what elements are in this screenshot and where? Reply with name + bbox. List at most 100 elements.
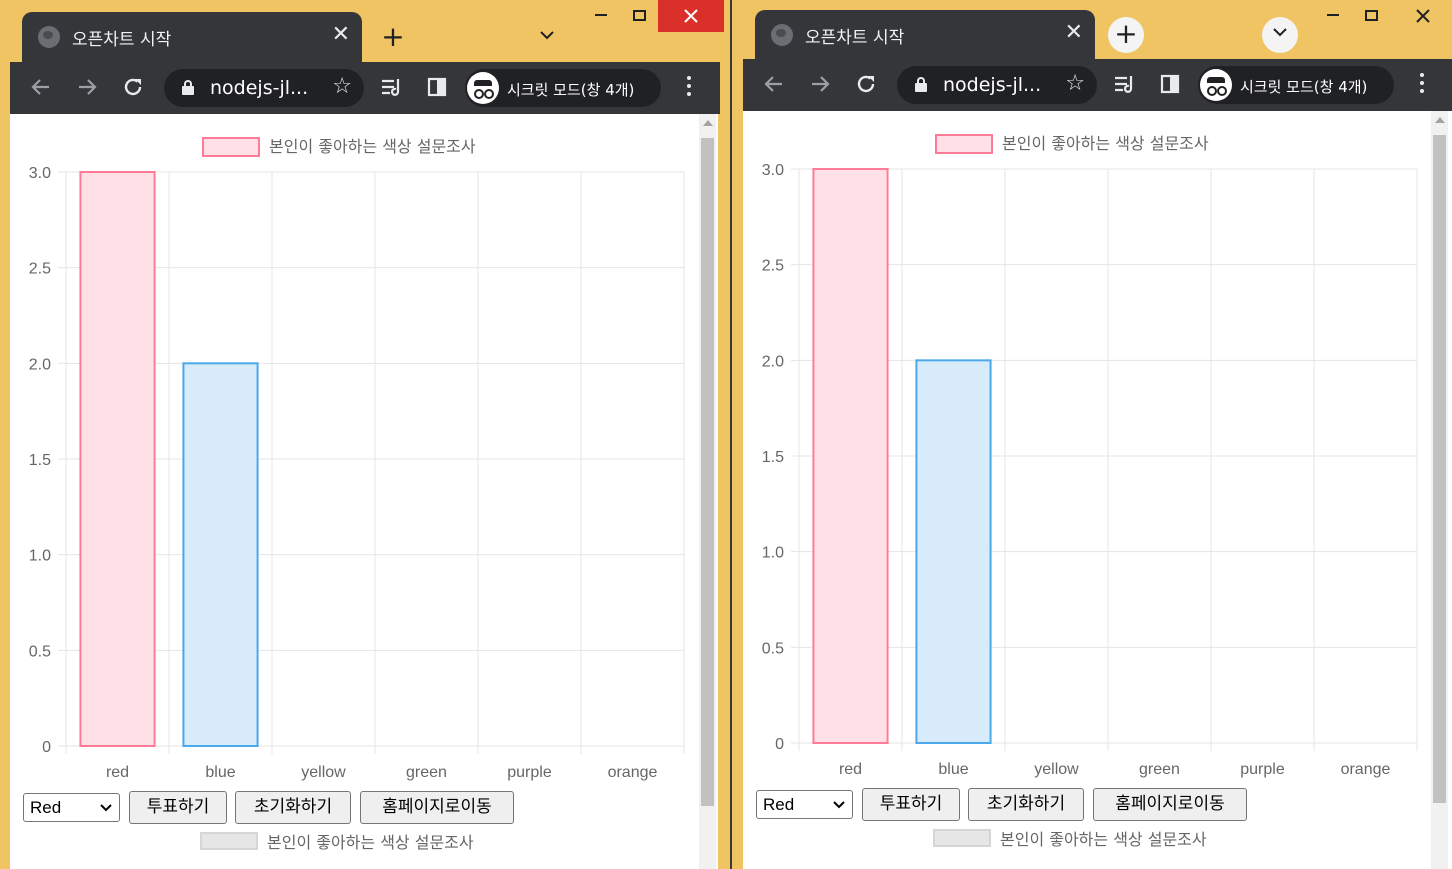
x-tick-label: green — [1139, 761, 1180, 778]
x-tick-label: yellow — [1034, 761, 1079, 778]
incognito-badge[interactable]: 시크릿 모드(창 4개) — [465, 69, 661, 107]
color-select[interactable]: Red — [756, 790, 853, 819]
legend-swatch — [935, 134, 993, 154]
lock-icon — [915, 77, 927, 92]
lock-icon — [182, 80, 194, 95]
browser-window-left: 오픈차트 시작 ✕ + nodejs-jl... ☆ 시크릿 모드(창 4개) … — [0, 0, 730, 869]
close-icon — [1416, 9, 1430, 23]
browser-window-right: 오픈차트 시작 ✕ + nodejs-jl... ☆ 시크릿 모드(창 4개) … — [732, 0, 1452, 869]
minimize-button[interactable] — [582, 0, 620, 32]
reset-button[interactable]: 초기화하기 — [235, 791, 351, 824]
y-tick-label: 0 — [775, 736, 784, 753]
x-tick-label: purple — [507, 764, 552, 781]
color-select-value: Red — [30, 798, 62, 817]
y-tick-label: 0.5 — [29, 643, 51, 660]
scrollbar-thumb[interactable] — [1433, 135, 1446, 803]
x-tick-label: purple — [1240, 761, 1285, 778]
x-tick-label: orange — [608, 764, 658, 781]
back-arrow-icon[interactable] — [28, 76, 54, 102]
maximize-button[interactable] — [620, 0, 658, 32]
tab-active[interactable]: 오픈차트 시작 ✕ — [22, 12, 362, 62]
home-button[interactable]: 홈페이지로이동 — [1093, 788, 1247, 821]
bar-red — [79, 171, 156, 747]
incognito-badge[interactable]: 시크릿 모드(창 4개) — [1198, 66, 1394, 104]
reading-list-icon[interactable] — [1112, 73, 1138, 99]
legend-label: 본인이 좋아하는 색상 설문조사 — [267, 833, 474, 852]
reading-list-icon[interactable] — [379, 76, 405, 102]
reload-icon[interactable] — [120, 76, 146, 102]
menu-dots-icon[interactable] — [685, 76, 693, 100]
legend-swatch — [933, 829, 991, 847]
address-bar[interactable]: nodejs-jl... ☆ — [897, 66, 1097, 104]
close-window-button[interactable] — [1390, 0, 1452, 32]
minimize-button[interactable] — [1314, 0, 1352, 32]
star-icon[interactable]: ☆ — [1065, 71, 1085, 96]
close-icon — [684, 9, 698, 23]
bar-blue — [915, 359, 992, 744]
x-tick-label: yellow — [301, 764, 346, 781]
page-content: 본인이 좋아하는 색상 설문조사 0 0.5 1.0 1.5 2.0 2.5 3.0 red bl… — [10, 114, 718, 869]
new-tab-button[interactable]: + — [1108, 17, 1144, 53]
y-tick-label: 2.5 — [29, 261, 51, 278]
back-arrow-icon[interactable] — [761, 73, 787, 99]
home-button[interactable]: 홈페이지로이동 — [360, 791, 514, 824]
x-tick-label: red — [839, 761, 862, 778]
scrollbar[interactable] — [1431, 111, 1448, 869]
tab-active[interactable]: 오픈차트 시작 ✕ — [755, 10, 1095, 60]
bar-chart: 본인이 좋아하는 색상 설문조사 0 0.5 1.0 1.5 2.0 2.5 3.0 red bl… — [762, 134, 1418, 778]
legend-swatch — [202, 137, 260, 157]
legend-swatch — [200, 832, 258, 850]
color-select[interactable]: Red — [23, 793, 120, 822]
y-tick-label: 1.5 — [29, 452, 51, 469]
forward-arrow-icon[interactable] — [74, 76, 100, 102]
incognito-icon — [1200, 69, 1232, 101]
y-tick-label: 2.0 — [762, 353, 784, 370]
close-tab-icon[interactable]: ✕ — [1065, 21, 1083, 45]
tab-strip: 오픈차트 시작 ✕ + — [732, 0, 1452, 62]
url-text: nodejs-jl... — [210, 77, 309, 99]
new-tab-button[interactable]: + — [375, 20, 411, 56]
x-tick-label: green — [406, 764, 447, 781]
browser-toolbar: nodejs-jl... ☆ 시크릿 모드(창 4개) — [743, 59, 1452, 111]
side-panel-icon[interactable] — [1157, 73, 1183, 99]
bar-red — [812, 168, 889, 744]
menu-dots-icon[interactable] — [1418, 73, 1426, 97]
y-tick-label: 2.0 — [29, 356, 51, 373]
side-panel-icon[interactable] — [424, 76, 450, 102]
chevron-down-icon — [540, 31, 554, 40]
vote-button[interactable]: 투표하기 — [862, 788, 960, 821]
second-chart-legend: 본인이 좋아하는 색상 설문조사 — [933, 825, 1253, 853]
y-tick-label: 1.0 — [762, 545, 784, 562]
incognito-label: 시크릿 모드(창 4개) — [507, 81, 635, 99]
star-icon[interactable]: ☆ — [332, 74, 352, 99]
url-text: nodejs-jl... — [943, 74, 1042, 96]
forward-arrow-icon[interactable] — [807, 73, 833, 99]
x-tick-label: blue — [938, 761, 968, 778]
tab-title: 오픈차트 시작 — [72, 30, 172, 50]
scroll-up-arrow-icon[interactable] — [703, 120, 713, 126]
y-tick-label: 0 — [42, 739, 51, 756]
close-window-button[interactable] — [658, 0, 724, 32]
tab-search-button[interactable] — [529, 20, 565, 56]
tab-strip: 오픈차트 시작 ✕ + — [0, 0, 730, 62]
bar-blue — [182, 362, 259, 747]
chevron-down-icon — [100, 804, 112, 812]
bar-chart: 본인이 좋아하는 색상 설문조사 0 0.5 1.0 1.5 2.0 2.5 3.0 red bl… — [29, 137, 685, 781]
reset-button[interactable]: 초기화하기 — [968, 788, 1084, 821]
x-tick-label: red — [106, 764, 129, 781]
vote-button[interactable]: 투표하기 — [129, 791, 227, 824]
scroll-up-arrow-icon[interactable] — [1435, 117, 1445, 123]
color-select-value: Red — [763, 795, 795, 814]
maximize-button[interactable] — [1352, 0, 1390, 32]
y-tick-label: 0.5 — [762, 640, 784, 657]
scrollbar-thumb[interactable] — [701, 138, 714, 806]
reload-icon[interactable] — [853, 73, 879, 99]
legend-label: 본인이 좋아하는 색상 설문조사 — [1002, 134, 1209, 153]
scrollbar[interactable] — [699, 114, 716, 869]
address-bar[interactable]: nodejs-jl... ☆ — [164, 69, 364, 107]
close-tab-icon[interactable]: ✕ — [332, 23, 350, 47]
tab-search-button[interactable] — [1262, 17, 1298, 53]
y-tick-label: 1.0 — [29, 548, 51, 565]
incognito-icon — [467, 72, 499, 104]
tab-title: 오픈차트 시작 — [805, 28, 905, 48]
